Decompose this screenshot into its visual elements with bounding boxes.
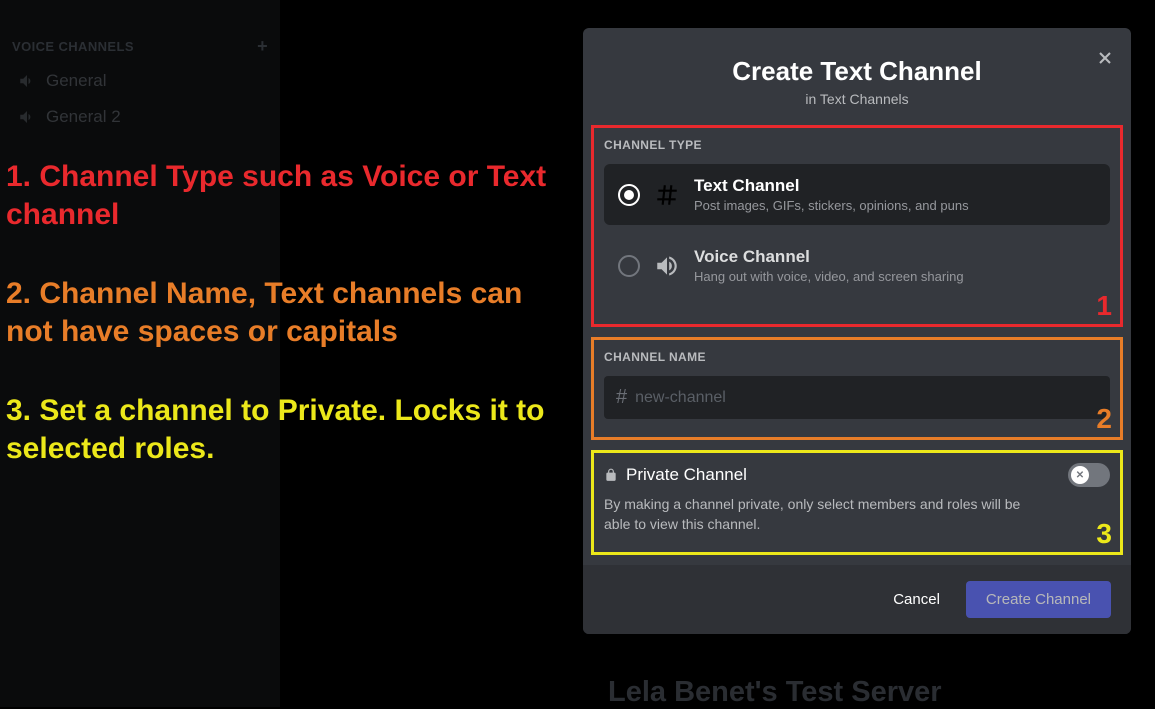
create-channel-modal: Create Text Channel in Text Channels CHA… (583, 28, 1131, 634)
modal-subtitle: in Text Channels (603, 91, 1111, 107)
channel-name-input[interactable] (635, 389, 1098, 407)
text-channel-option[interactable]: Text Channel Post images, GIFs, stickers… (604, 164, 1110, 225)
add-channel-icon[interactable]: + (257, 36, 268, 57)
voice-channel-item[interactable]: General (0, 63, 280, 99)
channel-type-section: CHANNEL TYPE Text Channel Post images, G… (591, 125, 1123, 327)
radio-selected-icon (618, 184, 640, 206)
voice-channel-label: General (46, 71, 106, 91)
cancel-button[interactable]: Cancel (873, 581, 960, 618)
close-icon (1095, 48, 1115, 68)
modal-header: Create Text Channel in Text Channels (583, 28, 1131, 125)
channel-name-label: CHANNEL NAME (604, 350, 1110, 364)
private-desc: By making a channel private, only select… (604, 495, 1044, 534)
private-title: Private Channel (626, 465, 747, 485)
annotation-2: 2. Channel Name, Text channels can not h… (6, 275, 566, 350)
modal-footer: Cancel Create Channel (583, 565, 1131, 634)
close-button[interactable] (1095, 44, 1115, 75)
lock-icon (604, 468, 618, 482)
voice-channels-label: VOICE CHANNELS (12, 39, 134, 54)
voice-option-desc: Hang out with voice, video, and screen s… (694, 269, 964, 284)
voice-channel-item[interactable]: General 2 (0, 99, 280, 135)
voice-channel-option[interactable]: Voice Channel Hang out with voice, video… (604, 235, 1110, 296)
speaker-icon (18, 108, 36, 126)
private-section: Private Channel By making a channel priv… (591, 450, 1123, 555)
toggle-knob (1071, 466, 1089, 484)
channel-name-input-wrap[interactable]: # (604, 376, 1110, 419)
speaker-icon (654, 253, 680, 279)
annotations-overlay: 1. Channel Type such as Voice or Text ch… (6, 158, 566, 509)
server-name-ghost: Lela Benet's Test Server (608, 676, 942, 709)
text-option-desc: Post images, GIFs, stickers, opinions, a… (694, 198, 969, 213)
hash-icon (654, 182, 680, 208)
voice-channels-header[interactable]: VOICE CHANNELS + (0, 30, 280, 63)
voice-option-title: Voice Channel (694, 247, 964, 267)
private-toggle[interactable] (1068, 463, 1110, 487)
section-number-3: 3 (1096, 518, 1112, 550)
radio-unselected-icon (618, 255, 640, 277)
private-row: Private Channel (604, 463, 1110, 487)
text-option-title: Text Channel (694, 176, 969, 196)
hash-icon: # (616, 386, 627, 409)
voice-channel-label: General 2 (46, 107, 121, 127)
modal-title: Create Text Channel (603, 56, 1111, 87)
annotation-3: 3. Set a channel to Private. Locks it to… (6, 392, 566, 467)
speaker-icon (18, 72, 36, 90)
channel-name-section: CHANNEL NAME # 2 (591, 337, 1123, 440)
create-channel-button[interactable]: Create Channel (966, 581, 1111, 618)
annotation-1: 1. Channel Type such as Voice or Text ch… (6, 158, 566, 233)
channel-type-label: CHANNEL TYPE (604, 138, 1110, 152)
section-number-1: 1 (1096, 290, 1112, 322)
section-number-2: 2 (1096, 403, 1112, 435)
